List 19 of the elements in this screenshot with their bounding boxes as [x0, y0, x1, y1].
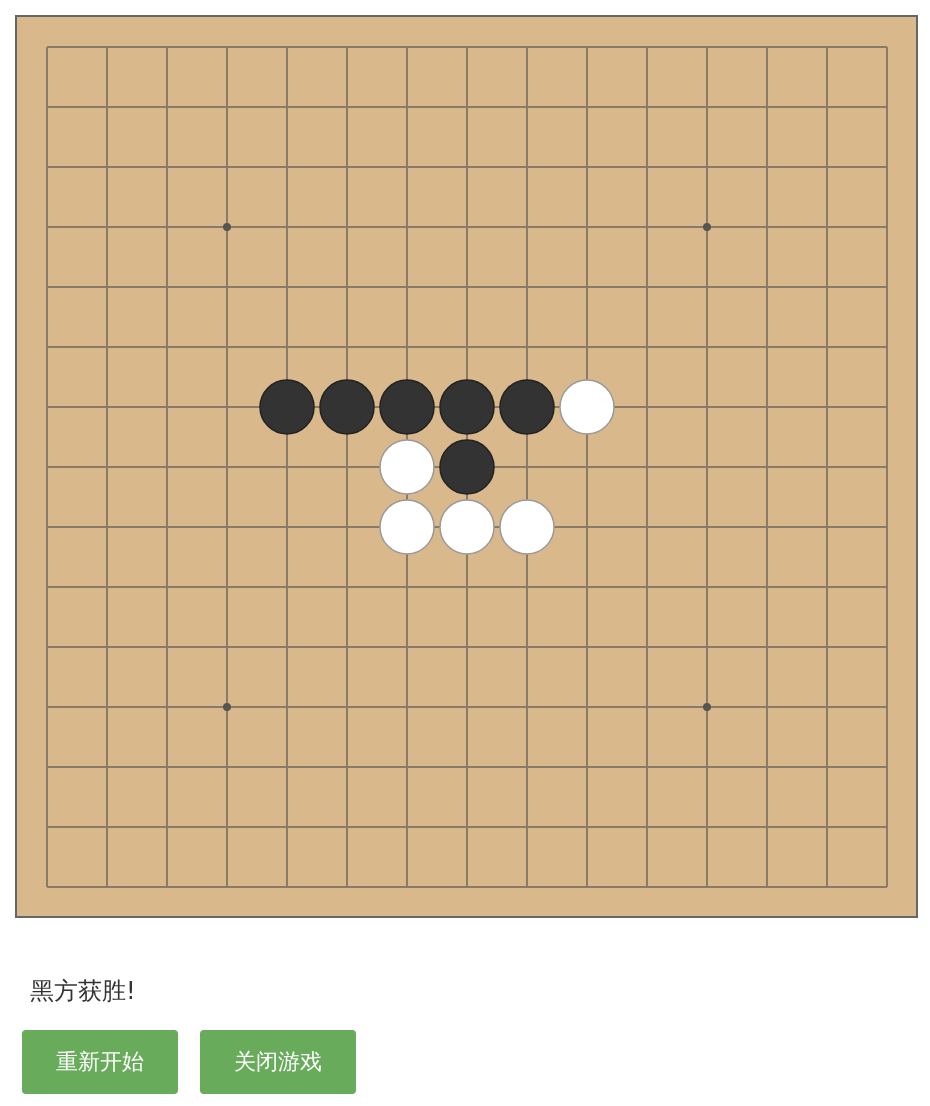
star-point: [703, 223, 711, 231]
game-board[interactable]: [15, 15, 918, 918]
close-game-button[interactable]: 关闭游戏: [200, 1030, 356, 1094]
stone: [439, 379, 495, 435]
restart-button[interactable]: 重新开始: [22, 1030, 178, 1094]
game-status: 黑方获胜!: [30, 976, 136, 1007]
stone: [379, 379, 435, 435]
stone: [499, 499, 555, 555]
stone: [499, 379, 555, 435]
stone: [439, 439, 495, 495]
stone: [439, 499, 495, 555]
star-point: [703, 703, 711, 711]
stone: [379, 499, 435, 555]
stone: [559, 379, 615, 435]
star-point: [223, 703, 231, 711]
stone: [319, 379, 375, 435]
star-point: [223, 223, 231, 231]
stone: [379, 439, 435, 495]
stone: [259, 379, 315, 435]
